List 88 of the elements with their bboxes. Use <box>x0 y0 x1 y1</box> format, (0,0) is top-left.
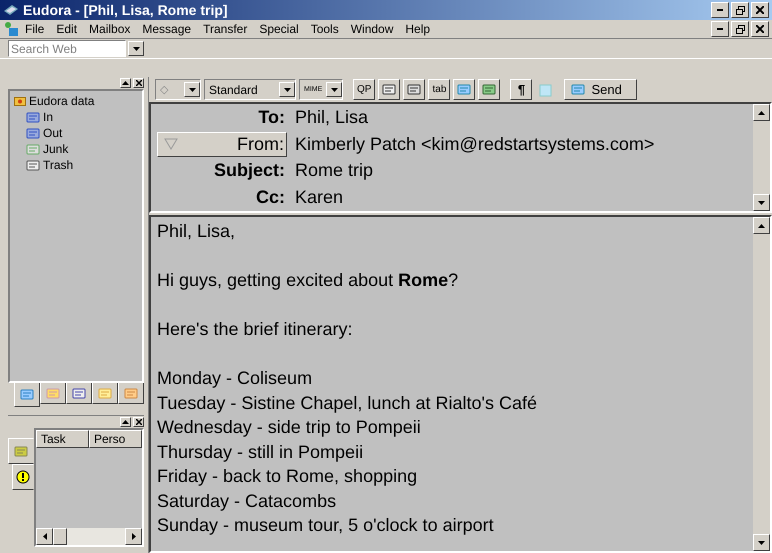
vertical-scrollbar[interactable] <box>753 104 770 211</box>
minimize-icon <box>717 9 723 11</box>
minimize-button[interactable] <box>711 2 729 18</box>
body-line: Phil, Lisa, <box>157 220 236 243</box>
panel-tab[interactable] <box>40 383 66 404</box>
close-icon <box>756 25 764 33</box>
body-line: Monday - Coliseum <box>157 367 314 390</box>
minimize-button[interactable] <box>711 21 729 37</box>
folder-item[interactable]: Junk <box>43 142 68 156</box>
left-arrow-icon <box>42 533 46 540</box>
toolbar-button[interactable] <box>478 79 500 100</box>
app-icon <box>3 3 19 17</box>
caret-icon <box>284 88 290 92</box>
caret-icon <box>330 88 338 92</box>
caret-icon <box>122 81 129 85</box>
body-line: Friday - back to Rome, shopping <box>157 465 418 488</box>
menu-item[interactable]: Message <box>136 22 198 36</box>
header-value: Karen <box>295 187 344 208</box>
close-button[interactable] <box>133 78 144 88</box>
restore-button[interactable] <box>731 2 749 18</box>
header-label: Subject: <box>214 160 285 182</box>
folder-item[interactable]: Eudora data <box>29 94 94 108</box>
menu-item[interactable]: Edit <box>50 22 84 36</box>
body-line: Thursday - still in Pompeii <box>157 440 364 464</box>
menu-item[interactable]: File <box>19 22 50 36</box>
menu-item[interactable]: Transfer <box>197 22 254 36</box>
header-value: Phil, Lisa <box>295 106 368 128</box>
column-header[interactable]: Task <box>36 430 89 448</box>
restore-icon <box>736 6 744 14</box>
toolbar-button[interactable]: QP <box>353 79 376 100</box>
folder-icon <box>14 96 26 106</box>
scroll-thumb[interactable] <box>53 528 67 545</box>
caret-icon <box>132 46 140 50</box>
caret-icon <box>758 110 765 114</box>
vertical-scrollbar[interactable] <box>753 217 770 551</box>
body-line: Here's the brief itinerary: <box>157 318 354 341</box>
header-label: Cc: <box>256 187 285 208</box>
header-value: Rome trip <box>295 160 374 182</box>
caret-icon <box>758 224 765 228</box>
card-icon <box>482 83 496 96</box>
menu-item[interactable]: Tools <box>304 22 345 36</box>
dropdown-button[interactable] <box>128 41 144 56</box>
close-button[interactable] <box>751 2 769 18</box>
send-button[interactable]: Send <box>564 79 637 100</box>
folder-item[interactable]: Trash <box>43 158 74 172</box>
close-button[interactable] <box>133 417 144 427</box>
caret-icon <box>188 88 196 92</box>
close-button[interactable] <box>751 21 769 37</box>
maximize-button[interactable] <box>120 78 131 88</box>
right-arrow-icon <box>132 533 136 540</box>
close-icon <box>756 6 764 14</box>
restore-icon <box>736 24 744 34</box>
from-button[interactable]: From: <box>157 132 287 157</box>
body-line: Wednesday - side trip to Pompeii <box>157 416 422 439</box>
caret-icon <box>758 540 765 544</box>
menu-item[interactable]: Mailbox <box>83 22 136 36</box>
window-title: Eudora - [Phil, Lisa, Rome trip] <box>23 2 229 18</box>
menu-item[interactable]: Window <box>344 22 400 36</box>
paragraph-button[interactable]: ¶ <box>510 79 532 100</box>
body-line: Hi guys, getting excited about Rome? <box>157 269 460 292</box>
header-value: Kimberly Patch <kim@redstartsystems.com> <box>295 134 654 155</box>
panel-tab[interactable] <box>92 383 118 404</box>
caret-icon <box>122 420 129 424</box>
folder-item[interactable]: Out <box>43 126 62 140</box>
minimize-icon <box>717 28 723 30</box>
format-dropdown[interactable]: Standard <box>204 79 296 100</box>
column-header[interactable]: Perso <box>89 430 142 448</box>
toolbar-button[interactable] <box>453 79 476 100</box>
panel-tab[interactable] <box>14 383 40 407</box>
toolbar-button[interactable] <box>378 79 400 100</box>
maximize-button[interactable] <box>120 417 131 427</box>
warning-icon <box>16 470 30 484</box>
caret-icon <box>758 200 765 204</box>
horizontal-scrollbar[interactable] <box>36 528 142 545</box>
body-line: Saturday - Catacombs <box>157 490 338 513</box>
header-label: To: <box>258 106 285 128</box>
toolbar-button[interactable] <box>403 79 426 100</box>
menu-item[interactable]: Help <box>399 22 436 36</box>
body-line: Tuesday - Sistine Chapel, lunch at Rialto's Café <box>157 392 538 415</box>
triangle-icon <box>164 138 178 150</box>
restore-button[interactable] <box>731 21 749 37</box>
body-line: Sunday - museum tour, 5 o'clock to airport <box>157 514 495 537</box>
menu-item[interactable]: Special <box>253 22 305 36</box>
panel-tab[interactable] <box>118 383 144 404</box>
search-field[interactable]: Search Web <box>8 40 126 57</box>
folder-item[interactable]: In <box>43 110 54 124</box>
panel-tab[interactable] <box>66 383 92 404</box>
toolbar-button[interactable]: tab <box>428 79 450 100</box>
